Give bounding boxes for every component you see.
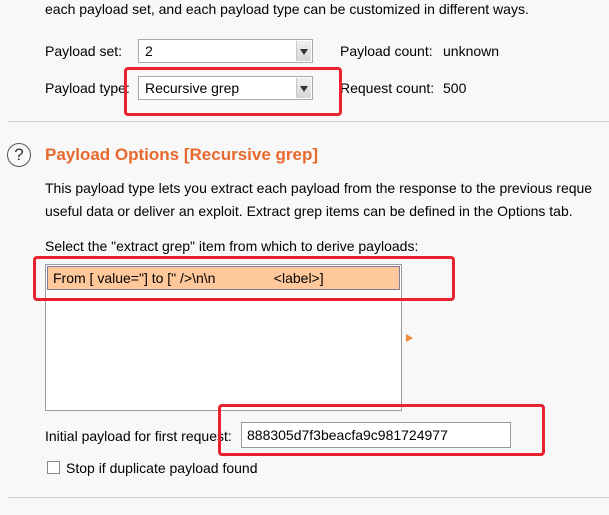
payload-options-description-line1: This payload type lets you extract each … bbox=[45, 180, 593, 196]
stop-duplicate-label[interactable]: Stop if duplicate payload found bbox=[66, 460, 257, 476]
arrow-right-icon bbox=[406, 334, 413, 342]
highlight-box bbox=[124, 67, 342, 116]
extract-grep-select-label: Select the "extract grep" item from whic… bbox=[45, 238, 419, 254]
initial-payload-label: Initial payload for first request: bbox=[45, 428, 232, 444]
intro-text: each payload set, and each payload type … bbox=[45, 1, 529, 17]
chevron-down-icon[interactable] bbox=[296, 41, 311, 61]
payload-type-label: Payload type: bbox=[45, 80, 130, 96]
payload-set-label: Payload set: bbox=[45, 43, 123, 59]
request-count-label: Request count: bbox=[340, 80, 435, 96]
payload-options-title: Payload Options [Recursive grep] bbox=[45, 145, 319, 164]
section-divider bbox=[8, 121, 609, 122]
payload-options-description-line2: useful data or deliver an exploit. Extra… bbox=[45, 203, 573, 219]
request-count-value: 500 bbox=[443, 80, 467, 96]
highlight-box bbox=[33, 256, 455, 301]
stop-duplicate-checkbox[interactable] bbox=[47, 461, 60, 474]
payload-set-value: 2 bbox=[145, 43, 153, 59]
help-icon[interactable]: ? bbox=[7, 143, 31, 167]
payload-count-value: unknown bbox=[443, 43, 500, 59]
section-divider bbox=[8, 497, 609, 498]
highlight-box bbox=[218, 404, 545, 456]
payload-count-label: Payload count: bbox=[340, 43, 433, 59]
payload-set-dropdown[interactable]: 2 bbox=[138, 39, 313, 63]
